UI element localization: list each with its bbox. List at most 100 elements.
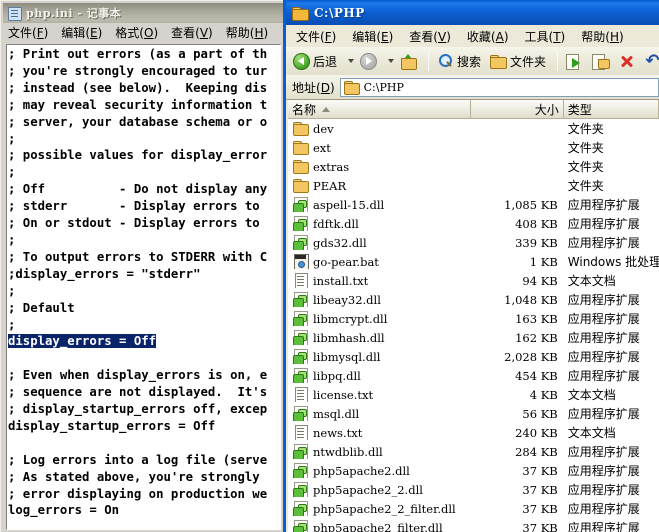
- table-row[interactable]: dev文件夹: [288, 119, 659, 138]
- folders-button[interactable]: 文件夹: [487, 52, 549, 71]
- cell-name[interactable]: PEAR: [288, 178, 472, 193]
- forward-dropdown-icon[interactable]: [388, 59, 394, 63]
- table-row[interactable]: aspell-15.dll1,085 KB应用程序扩展: [288, 195, 659, 214]
- delete-button[interactable]: [615, 52, 638, 71]
- table-row[interactable]: php5apache2_filter.dll37 KB应用程序扩展: [288, 518, 659, 532]
- explorer-menu-tools[interactable]: 工具(T): [525, 28, 566, 45]
- explorer-title: C:\PHP: [314, 6, 365, 20]
- cell-name[interactable]: extras: [288, 159, 472, 174]
- explorer-menu-favorites[interactable]: 收藏(A): [467, 28, 509, 45]
- column-header-type[interactable]: 类型: [564, 100, 659, 118]
- table-row[interactable]: gds32.dll339 KB应用程序扩展: [288, 233, 659, 252]
- table-row[interactable]: msql.dll56 KB应用程序扩展: [288, 404, 659, 423]
- explorer-menu-file[interactable]: 文件(F): [296, 28, 336, 45]
- cell-type: 文本文档: [564, 424, 659, 441]
- cell-name[interactable]: libpq.dll: [288, 368, 472, 383]
- cell-type: 应用程序扩展: [564, 348, 659, 365]
- cell-size: 94 KB: [472, 274, 564, 288]
- folder-icon: [293, 178, 309, 193]
- cell-type: 应用程序扩展: [564, 462, 659, 479]
- cell-name[interactable]: libmhash.dll: [288, 330, 472, 345]
- search-button[interactable]: 搜索: [434, 52, 484, 71]
- cell-name[interactable]: libeay32.dll: [288, 292, 472, 307]
- cell-name[interactable]: libmcrypt.dll: [288, 311, 472, 326]
- move-to-folder-icon: [566, 53, 583, 70]
- cell-name[interactable]: msql.dll: [288, 406, 472, 421]
- cell-type: 应用程序扩展: [564, 519, 659, 532]
- cell-type: 应用程序扩展: [564, 329, 659, 346]
- table-row[interactable]: libmcrypt.dll163 KB应用程序扩展: [288, 309, 659, 328]
- cell-size: 162 KB: [472, 331, 564, 345]
- table-row[interactable]: php5apache2_2_filter.dll37 KB应用程序扩展: [288, 499, 659, 518]
- cell-name[interactable]: dev: [288, 121, 472, 136]
- file-list-view[interactable]: 名称 大小 类型 dev文件夹ext文件夹extras文件夹PEAR文件夹asp…: [288, 99, 659, 532]
- table-row[interactable]: news.txt240 KB文本文档: [288, 423, 659, 442]
- cell-name[interactable]: news.txt: [288, 425, 472, 440]
- cell-type: 应用程序扩展: [564, 500, 659, 517]
- address-label: 地址(D): [292, 79, 335, 96]
- table-row[interactable]: extras文件夹: [288, 157, 659, 176]
- notepad-menu-file[interactable]: 文件(F): [8, 24, 48, 41]
- column-header-size[interactable]: 大小: [471, 100, 563, 118]
- table-row[interactable]: go-pear.bat1 KBWindows 批处理文: [288, 252, 659, 271]
- undo-button[interactable]: ↶: [641, 52, 659, 71]
- file-list-header[interactable]: 名称 大小 类型: [288, 100, 659, 119]
- move-to-button[interactable]: [563, 52, 586, 71]
- back-button[interactable]: 后退: [290, 52, 340, 71]
- explorer-window[interactable]: C:\PHP 文件(F) 编辑(E) 查看(V) 收藏(A) 工具(T) 帮助(…: [283, 0, 659, 532]
- table-row[interactable]: libmhash.dll162 KB应用程序扩展: [288, 328, 659, 347]
- notepad-menu-edit[interactable]: 编辑(E): [61, 24, 102, 41]
- notepad-menubar[interactable]: 文件(F) 编辑(E) 格式(O) 查看(V) 帮助(H): [3, 23, 283, 43]
- address-input[interactable]: C:\PHP: [340, 78, 659, 97]
- cell-name[interactable]: php5apache2_2.dll: [288, 482, 472, 497]
- cell-name[interactable]: aspell-15.dll: [288, 197, 472, 212]
- explorer-address-bar[interactable]: 地址(D) C:\PHP: [286, 75, 659, 100]
- notepad-titlebar[interactable]: php.ini - 记事本: [3, 3, 283, 23]
- back-dropdown-icon[interactable]: [348, 59, 354, 63]
- cell-name[interactable]: go-pear.bat: [288, 254, 472, 269]
- explorer-menu-edit[interactable]: 编辑(E): [352, 28, 393, 45]
- dll-icon: [293, 292, 309, 307]
- table-row[interactable]: install.txt94 KB文本文档: [288, 271, 659, 290]
- cell-name[interactable]: install.txt: [288, 273, 472, 288]
- explorer-menubar[interactable]: 文件(F) 编辑(E) 查看(V) 收藏(A) 工具(T) 帮助(H): [286, 25, 659, 47]
- table-row[interactable]: ntwdblib.dll284 KB应用程序扩展: [288, 442, 659, 461]
- notepad-title: php.ini - 记事本: [26, 5, 121, 21]
- explorer-menu-help[interactable]: 帮助(H): [581, 28, 623, 45]
- dll-icon: [293, 311, 309, 326]
- cell-name[interactable]: fdftk.dll: [288, 216, 472, 231]
- cell-name[interactable]: php5apache2.dll: [288, 463, 472, 478]
- cell-type: Windows 批处理文: [564, 253, 659, 270]
- table-row[interactable]: fdftk.dll408 KB应用程序扩展: [288, 214, 659, 233]
- table-row[interactable]: libeay32.dll1,048 KB应用程序扩展: [288, 290, 659, 309]
- notepad-menu-format[interactable]: 格式(O): [115, 24, 158, 41]
- cell-name[interactable]: php5apache2_2_filter.dll: [288, 501, 472, 516]
- cell-name[interactable]: gds32.dll: [288, 235, 472, 250]
- cell-name[interactable]: ext: [288, 140, 472, 155]
- cell-name[interactable]: php5apache2_filter.dll: [288, 520, 472, 532]
- cell-name[interactable]: libmysql.dll: [288, 349, 472, 364]
- table-row[interactable]: php5apache2_2.dll37 KB应用程序扩展: [288, 480, 659, 499]
- column-header-name[interactable]: 名称: [288, 100, 471, 118]
- cell-size: 4 KB: [472, 388, 564, 402]
- table-row[interactable]: license.txt4 KB文本文档: [288, 385, 659, 404]
- cell-name[interactable]: ntwdblib.dll: [288, 444, 472, 459]
- table-row[interactable]: libpq.dll454 KB应用程序扩展: [288, 366, 659, 385]
- notepad-text-area[interactable]: ; Print out errors (as a part of th ; yo…: [6, 44, 281, 530]
- notepad-menu-view[interactable]: 查看(V): [171, 24, 213, 41]
- notepad-window[interactable]: php.ini - 记事本 文件(F) 编辑(E) 格式(O) 查看(V) 帮助…: [0, 0, 283, 532]
- table-row[interactable]: php5apache2.dll37 KB应用程序扩展: [288, 461, 659, 480]
- up-button[interactable]: [397, 52, 420, 71]
- table-row[interactable]: PEAR文件夹: [288, 176, 659, 195]
- explorer-toolbar[interactable]: 后退 搜索 文件夹: [286, 47, 659, 76]
- cell-name[interactable]: license.txt: [288, 387, 472, 402]
- table-row[interactable]: ext文件夹: [288, 138, 659, 157]
- explorer-menu-view[interactable]: 查看(V): [409, 28, 451, 45]
- explorer-titlebar[interactable]: C:\PHP: [286, 1, 659, 25]
- forward-button[interactable]: [357, 52, 380, 71]
- notepad-menu-help[interactable]: 帮助(H): [226, 24, 268, 41]
- copy-to-button[interactable]: [589, 52, 612, 71]
- table-row[interactable]: libmysql.dll2,028 KB应用程序扩展: [288, 347, 659, 366]
- notepad-selected-line[interactable]: display_errors = Off: [8, 334, 156, 348]
- file-name: install.txt: [313, 274, 368, 288]
